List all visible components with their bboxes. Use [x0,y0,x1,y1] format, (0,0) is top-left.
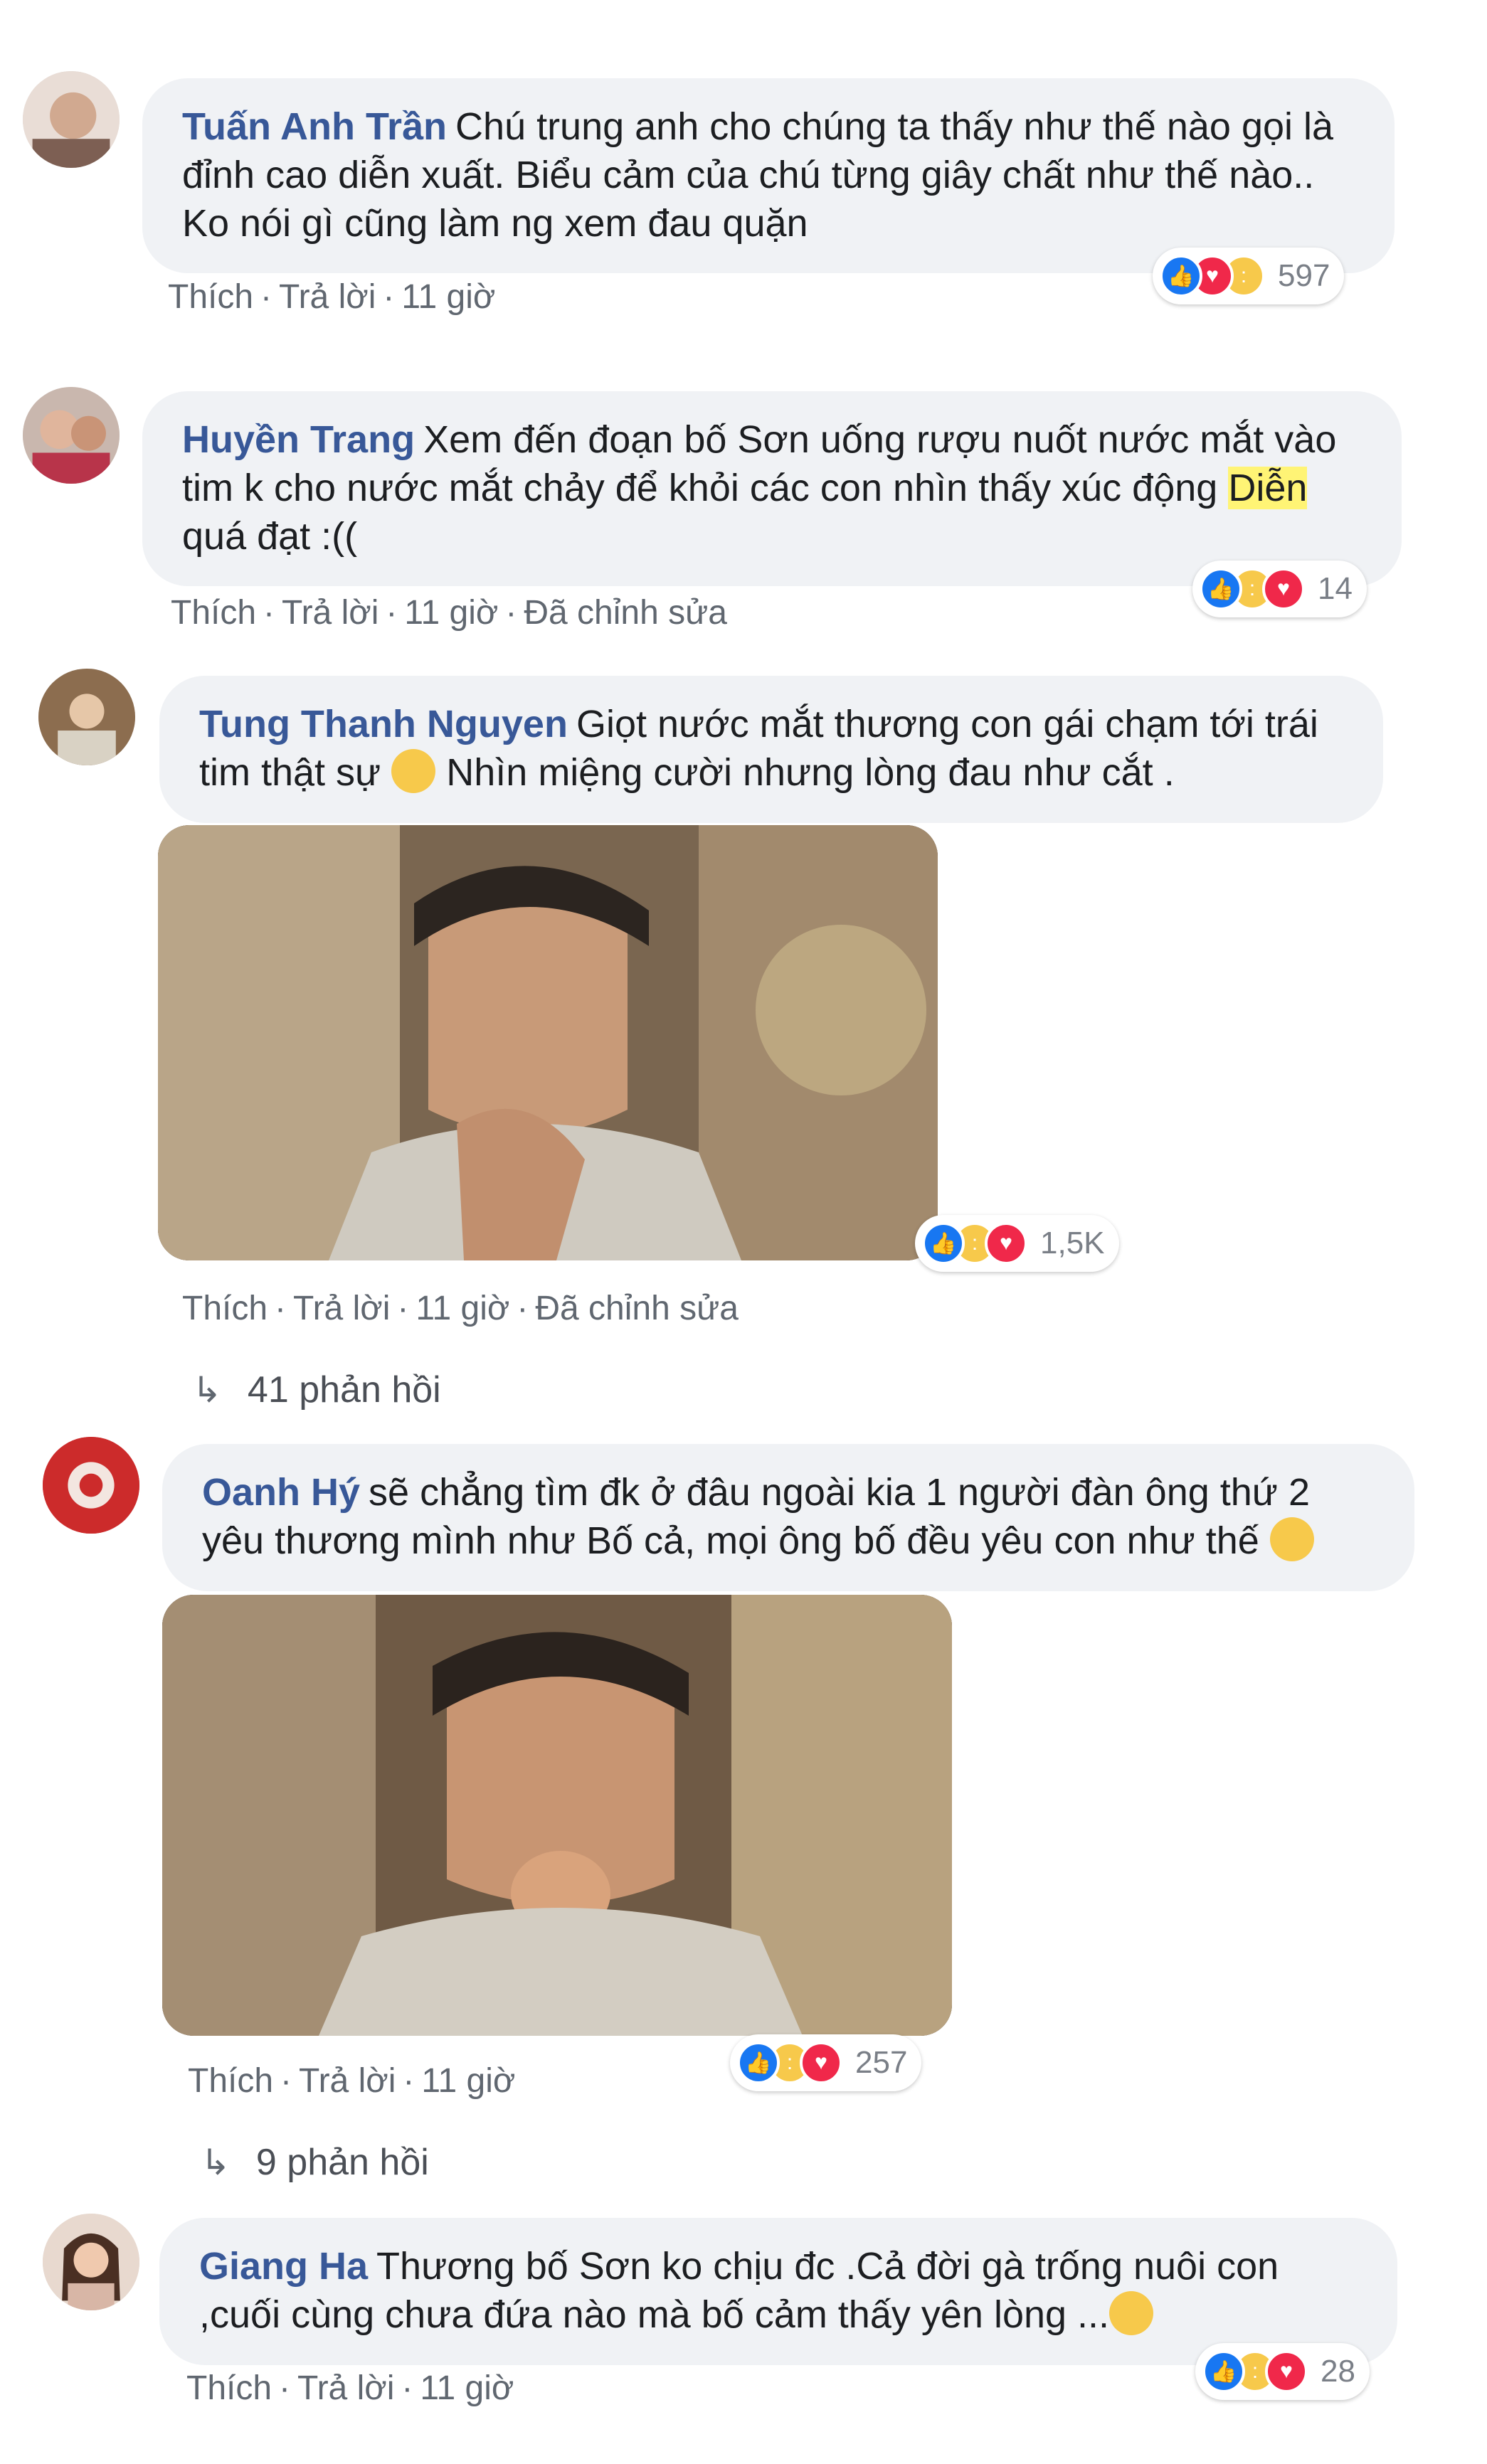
reaction-summary[interactable]: 👍: ♥ 1,5K [915,1215,1119,1272]
comment-text-end: Nhìn miệng cười nhưng lòng đau như cắt . [446,751,1175,794]
comment-time[interactable]: 11 giờ [421,2062,515,2100]
comment-actions: Thích · Trả lời · 11 giờ · Đã chỉnh sửa [182,1290,739,1327]
love-icon: ♥ [1262,568,1305,610]
comment-actions: Thích · Trả lời · 11 giờ [188,2062,516,2100]
reply-arrow-icon: ↳ [201,2142,231,2182]
comment-time[interactable]: 11 giờ [416,1290,509,1327]
replies-count[interactable]: 41 phản hồi [248,1369,441,1411]
edited-label[interactable]: Đã chỉnh sửa [535,1290,739,1327]
reaction-summary[interactable]: 👍: ♥ 28 [1195,2343,1370,2400]
reply-link[interactable]: Trả lời [299,2062,396,2100]
like-icon: 👍 [1202,2350,1245,2393]
reaction-count: 597 [1278,258,1330,293]
reaction-summary[interactable]: 👍: ♥ 257 [730,2034,922,2091]
crying-emoji-icon [1109,2290,1154,2335]
reaction-count: 28 [1321,2354,1355,2389]
replies-count[interactable]: 9 phản hồi [256,2142,429,2183]
comment-author[interactable]: Oanh Hý [202,1471,360,1514]
avatar[interactable] [23,387,120,484]
comment-time[interactable]: 11 giờ [401,278,495,316]
edited-label[interactable]: Đã chỉnh sửa [524,594,727,632]
reply-link[interactable]: Trả lời [297,2369,394,2407]
reaction-count: 257 [855,2045,908,2080]
comment-time[interactable]: 11 giờ [420,2369,514,2407]
reply-link[interactable]: Trả lời [279,278,376,316]
comment-time[interactable]: 11 giờ [404,594,498,632]
comment-text-end: quá đạt :(( [182,515,358,558]
reply-link[interactable]: Trả lời [293,1290,390,1327]
highlighted-word: Diễn [1228,467,1308,509]
avatar[interactable] [38,669,135,765]
love-icon: ♥ [985,1222,1027,1265]
comment-author[interactable]: Tuấn Anh Trần [182,105,447,148]
frowning-emoji-icon [1269,1517,1314,1561]
like-icon: 👍 [737,2041,780,2084]
disappointed-emoji-icon [391,748,436,793]
comment-bubble: Oanh Hý sẽ chẳng tìm đk ở đâu ngoài kia 1… [162,1444,1414,1591]
avatar[interactable] [43,2214,139,2310]
reaction-summary[interactable]: 👍 ♥:597 [1153,248,1345,304]
like-link[interactable]: Thích [171,594,256,632]
reply-arrow-icon: ↳ [192,1370,222,1410]
like-link[interactable]: Thích [168,278,253,316]
like-link[interactable]: Thích [188,2062,273,2100]
comment-actions: Thích · Trả lời · 11 giờ [168,278,496,316]
reaction-summary[interactable]: 👍: ♥ 14 [1192,561,1367,617]
comment-bubble: Giang Ha Thương bố Sơn ko chịu đc .Cả đời… [159,2218,1397,2365]
love-icon: ♥ [800,2041,842,2084]
like-icon: 👍 [1160,255,1202,297]
avatar[interactable] [23,71,120,168]
love-icon: ♥ [1265,2350,1308,2393]
like-link[interactable]: Thích [186,2369,272,2407]
view-replies-link[interactable]: ↳ 41 phản hồi [192,1369,441,1411]
comment-actions: Thích · Trả lời · 11 giờ · Đã chỉnh sửa [171,594,727,632]
comment-author[interactable]: Tung Thanh Nguyen [199,703,568,745]
view-replies-link[interactable]: ↳ 9 phản hồi [201,2141,429,2184]
comment-bubble: Tung Thanh Nguyen Giọt nước mắt thương co… [159,676,1383,823]
reply-link[interactable]: Trả lời [282,594,379,632]
attached-photo[interactable] [158,825,938,1260]
comment-author[interactable]: Huyền Trang [182,418,415,461]
avatar[interactable] [43,1437,139,1534]
comment-author[interactable]: Giang Ha [199,2245,368,2288]
reaction-count: 1,5K [1040,1226,1105,1260]
attached-photo[interactable] [162,1595,952,2036]
like-link[interactable]: Thích [182,1290,268,1327]
comment-bubble: Huyền Trang Xem đến đoạn bố Sơn uống rượu… [142,391,1402,586]
reaction-count: 14 [1318,571,1353,606]
comment-text: sẽ chẳng tìm đk ở đâu ngoài kia 1 người … [202,1471,1310,1562]
like-icon: 👍 [1200,568,1242,610]
like-icon: 👍 [922,1222,965,1265]
comment-bubble: Tuấn Anh Trần Chú trung anh cho chúng ta … [142,78,1395,273]
comment-actions: Thích · Trả lời · 11 giờ [186,2369,514,2407]
